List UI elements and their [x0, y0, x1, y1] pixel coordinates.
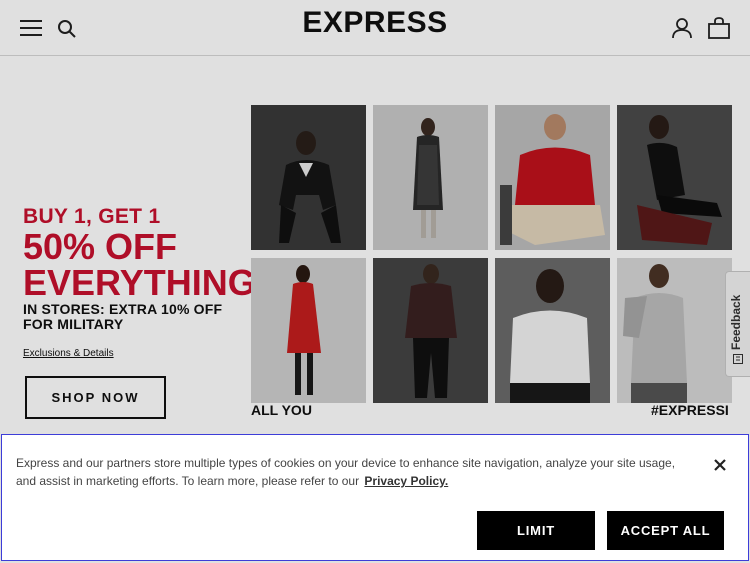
product-image-woman-white-tee[interactable] — [495, 258, 610, 403]
accept-all-cookies-button[interactable]: ACCEPT ALL — [607, 511, 724, 550]
privacy-policy-link[interactable]: Privacy Policy. — [364, 474, 448, 488]
shopping-bag-icon[interactable] — [707, 16, 731, 40]
close-icon[interactable] — [711, 456, 729, 474]
feedback-icon — [733, 354, 743, 364]
cookie-consent-banner: Express and our partners store multiple … — [1, 434, 749, 561]
caption-hashtag: #EXPRESSI — [651, 402, 729, 418]
product-image-man-grey-sweater[interactable] — [617, 258, 732, 403]
product-image-man-red-sweater[interactable] — [495, 105, 610, 250]
feedback-label: Feedback — [729, 294, 743, 350]
product-image-woman-black-dress[interactable] — [617, 105, 732, 250]
cookie-notice-text: Express and our partners store multiple … — [16, 454, 696, 490]
user-account-icon[interactable] — [671, 17, 693, 39]
product-image-man-plaid-shirt[interactable] — [373, 258, 488, 403]
feedback-tab[interactable]: Feedback — [725, 271, 750, 377]
limit-cookies-button[interactable]: LIMIT — [477, 511, 595, 550]
shop-now-button[interactable]: SHOP NOW — [25, 376, 166, 419]
promo-in-stores-text: IN STORES: EXTRA 10% OFF FOR MILITARY — [23, 301, 223, 332]
hero-banner: BUY 1, GET 1 50% OFF EVERYTHING IN STORE… — [0, 57, 750, 433]
product-image-woman-patterned-coat[interactable] — [373, 105, 488, 250]
site-header: EXPRESS — [0, 0, 750, 56]
brand-logo[interactable]: EXPRESS — [0, 6, 750, 40]
promo-headline-percent: 50% OFF — [23, 226, 178, 267]
exclusions-details-link[interactable]: Exclusions & Details — [23, 348, 114, 359]
promo-headline-everything: EVERYTHING — [23, 262, 256, 303]
product-image-man-dark-sweater[interactable] — [251, 105, 366, 250]
product-image-woman-red-dress[interactable] — [251, 258, 366, 403]
caption-all-you: ALL YOU — [251, 402, 312, 418]
cookie-notice-body: Express and our partners store multiple … — [16, 456, 676, 488]
